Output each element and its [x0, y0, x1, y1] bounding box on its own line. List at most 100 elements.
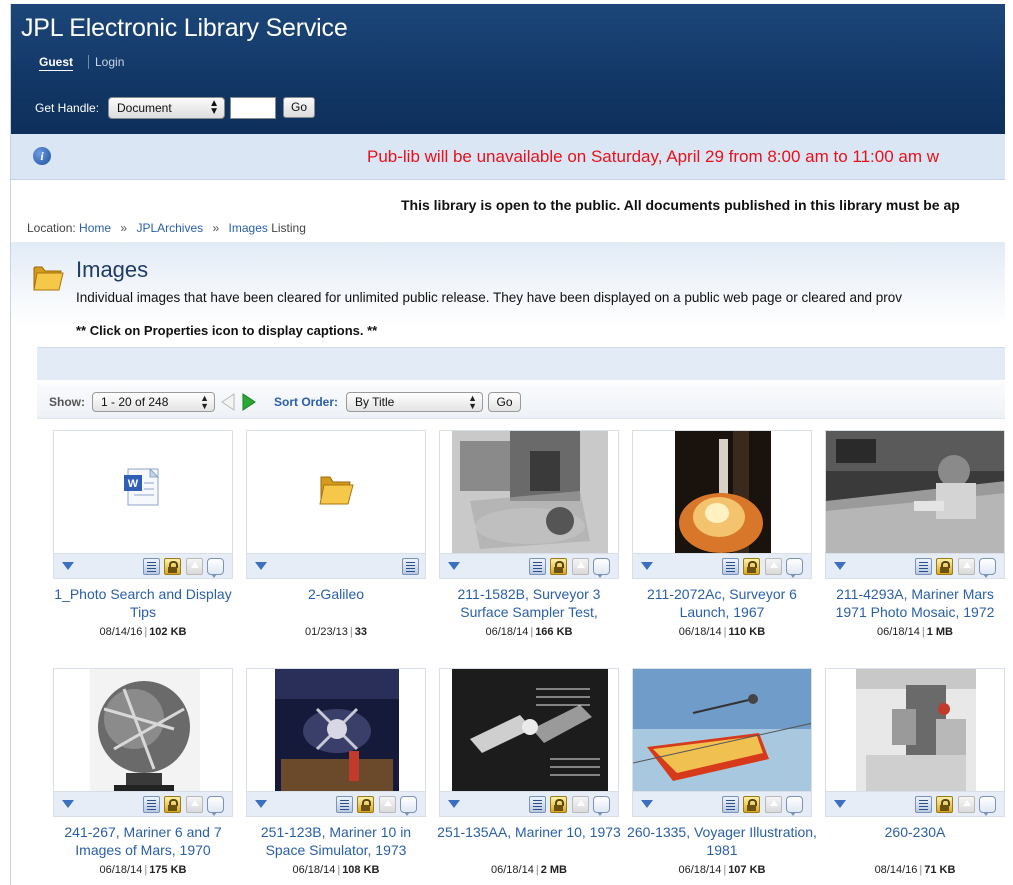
- lock-icon[interactable]: [550, 796, 567, 813]
- properties-icon[interactable]: [722, 558, 739, 575]
- lock-icon[interactable]: [743, 796, 760, 813]
- lock-icon[interactable]: [936, 796, 953, 813]
- browser-page: JPL Electronic Library Service Guest Log…: [10, 4, 1005, 885]
- sort-order-label: Sort Order:: [274, 395, 339, 409]
- upload-icon[interactable]: [379, 796, 396, 813]
- upload-icon[interactable]: [572, 796, 589, 813]
- properties-icon[interactable]: [143, 558, 160, 575]
- upload-icon[interactable]: [186, 796, 203, 813]
- lock-icon[interactable]: [743, 558, 760, 575]
- item-date: 01/23/13: [305, 626, 348, 638]
- item-title-link[interactable]: 241-267, Mariner 6 and 7 Images of Mars,…: [47, 823, 239, 859]
- dropdown-caret-icon[interactable]: [255, 800, 267, 808]
- lock-icon[interactable]: [164, 558, 181, 575]
- item-title-link[interactable]: 211-4293A, Mariner Mars 1971 Photo Mosai…: [819, 585, 1005, 621]
- comment-icon[interactable]: [979, 796, 996, 816]
- thumbnail-image[interactable]: [439, 430, 619, 554]
- lock-icon[interactable]: [550, 558, 567, 575]
- handle-type-value: Document: [117, 101, 172, 115]
- dropdown-caret-icon[interactable]: [448, 800, 460, 808]
- comment-icon[interactable]: [207, 558, 224, 578]
- lock-icon[interactable]: [357, 796, 374, 813]
- login-link[interactable]: Login: [88, 55, 124, 69]
- breadcrumb-images[interactable]: Images: [229, 221, 268, 235]
- upload-icon[interactable]: [765, 796, 782, 813]
- properties-icon[interactable]: [529, 558, 546, 575]
- item-actions-bar: [632, 792, 812, 817]
- properties-icon[interactable]: [402, 558, 419, 575]
- comment-icon[interactable]: [593, 558, 610, 578]
- item-title-link[interactable]: 260-230A: [819, 823, 1005, 841]
- meta-separator: |: [921, 626, 925, 638]
- handle-input[interactable]: [230, 97, 276, 119]
- properties-icon[interactable]: [143, 796, 160, 813]
- previous-page-icon[interactable]: [220, 393, 236, 416]
- dropdown-caret-icon[interactable]: [641, 562, 653, 570]
- item-date: 06/18/14: [99, 864, 143, 876]
- thumbnail-image[interactable]: [825, 668, 1005, 792]
- comment-icon[interactable]: [786, 558, 803, 578]
- thumbnail-image[interactable]: [632, 668, 812, 792]
- comment-icon[interactable]: [207, 796, 224, 816]
- item-title-link[interactable]: 260-1335, Voyager Illustration, 1981: [626, 823, 818, 859]
- thumbnail-image[interactable]: [439, 668, 619, 792]
- dropdown-caret-icon[interactable]: [641, 800, 653, 808]
- upload-icon[interactable]: [572, 558, 589, 575]
- page-range-select[interactable]: 1 - 20 of 248 ▲ ▼: [92, 392, 215, 412]
- dropdown-caret-icon[interactable]: [834, 800, 846, 808]
- sort-order-select[interactable]: By Title ▲ ▼: [346, 392, 483, 412]
- lock-icon[interactable]: [936, 558, 953, 575]
- breadcrumb-home[interactable]: Home: [79, 221, 111, 235]
- upload-icon[interactable]: [186, 558, 203, 575]
- word-doc-icon[interactable]: W: [53, 430, 233, 554]
- item-title-link[interactable]: 251-123B, Mariner 10 in Space Simulator,…: [240, 823, 432, 859]
- properties-icon[interactable]: [529, 796, 546, 813]
- item-title-link[interactable]: 211-2072Ac, Surveyor 6 Launch, 1967: [626, 585, 818, 621]
- thumbnail-image[interactable]: [632, 430, 812, 554]
- site-title: JPL Electronic Library Service: [21, 14, 348, 42]
- notice-bar: i Pub-lib will be unavailable on Saturda…: [11, 134, 1005, 180]
- item-title-link[interactable]: 251-135AA, Mariner 10, 1973: [433, 823, 625, 841]
- properties-icon[interactable]: [722, 796, 739, 813]
- item-meta: 06/18/14 | 2 MB: [439, 864, 619, 876]
- dropdown-caret-icon[interactable]: [62, 562, 74, 570]
- handle-type-select[interactable]: Document ▲ ▼: [108, 97, 225, 119]
- item-title-link[interactable]: 2-Galileo: [240, 585, 432, 603]
- item-date: 06/18/14: [877, 626, 920, 638]
- comment-icon[interactable]: [400, 796, 417, 816]
- meta-separator: |: [723, 626, 727, 638]
- item-size: 166 KB: [535, 626, 573, 638]
- item-meta: 06/18/14 | 175 KB: [53, 864, 233, 876]
- handle-go-button[interactable]: Go: [283, 97, 315, 118]
- sort-go-button[interactable]: Go: [488, 392, 521, 412]
- public-access-notice: This library is open to the public. All …: [401, 197, 960, 213]
- upload-icon[interactable]: [765, 558, 782, 575]
- item-actions-bar: [53, 792, 233, 817]
- lock-icon[interactable]: [164, 796, 181, 813]
- next-page-icon[interactable]: [241, 393, 257, 416]
- dropdown-caret-icon[interactable]: [834, 562, 846, 570]
- thumbnail-image[interactable]: [53, 668, 233, 792]
- guest-link[interactable]: Guest: [39, 55, 74, 71]
- folder-icon[interactable]: [246, 430, 426, 554]
- item-actions-bar: [246, 792, 426, 817]
- dropdown-caret-icon[interactable]: [255, 562, 267, 570]
- dropdown-caret-icon[interactable]: [448, 562, 460, 570]
- comment-icon[interactable]: [786, 796, 803, 816]
- dropdown-caret-icon[interactable]: [62, 800, 74, 808]
- item-meta: 06/18/14 | 107 KB: [632, 864, 812, 876]
- thumbnail-image[interactable]: [246, 668, 426, 792]
- site-header: JPL Electronic Library Service Guest Log…: [11, 4, 1005, 134]
- item-title-link[interactable]: 211-1582B, Surveyor 3 Surface Sampler Te…: [433, 585, 625, 621]
- comment-icon[interactable]: [593, 796, 610, 816]
- properties-icon[interactable]: [915, 796, 932, 813]
- comment-icon[interactable]: [979, 558, 996, 578]
- upload-icon[interactable]: [958, 558, 975, 575]
- properties-icon[interactable]: [336, 796, 353, 813]
- properties-icon[interactable]: [915, 558, 932, 575]
- item-title-link[interactable]: 1_Photo Search and Display Tips: [47, 585, 239, 621]
- upload-icon[interactable]: [958, 796, 975, 813]
- outage-notice: Pub-lib will be unavailable on Saturday,…: [367, 147, 940, 166]
- thumbnail-image[interactable]: [825, 430, 1005, 554]
- breadcrumb-jplarchives[interactable]: JPLArchives: [136, 221, 203, 235]
